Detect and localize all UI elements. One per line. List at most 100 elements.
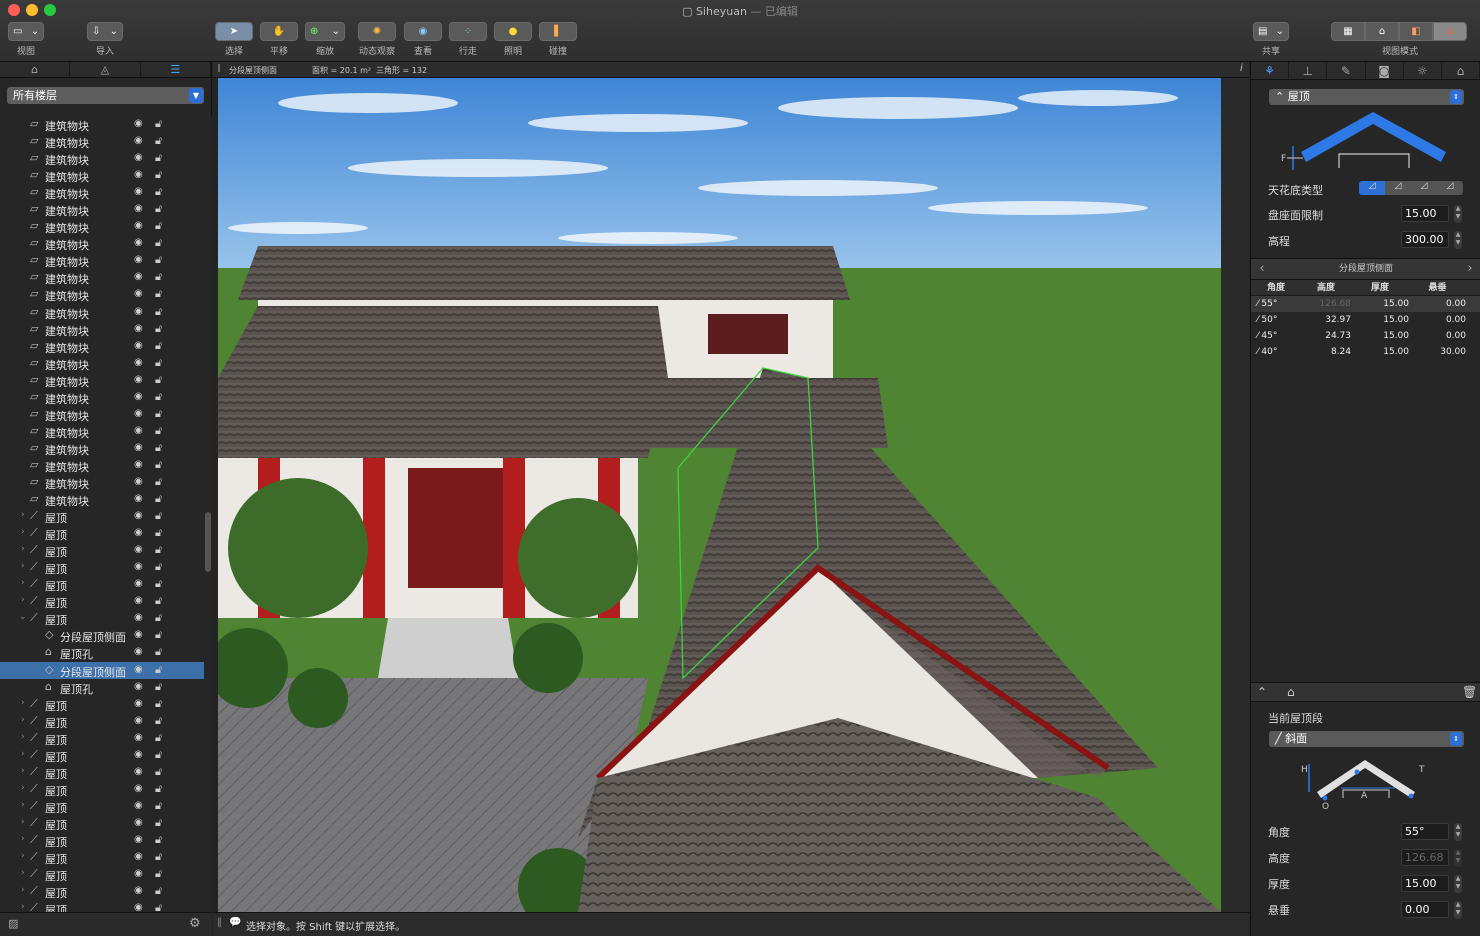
tree-row[interactable]: ▱ 建筑物块 ◉ 🔓︎ [0, 457, 204, 474]
unlock-icon[interactable]: 🔓︎ [155, 424, 162, 438]
ceiling-flat-button[interactable]: ◿ [1359, 181, 1385, 195]
eye-icon[interactable]: ◉ [134, 732, 143, 743]
tree-row[interactable]: ▱ 建筑物块 ◉ 🔓︎ [0, 286, 204, 303]
ruler-icon[interactable]: ◬ [70, 62, 141, 77]
tree-row[interactable]: ▱ 建筑物块 ◉ 🔓︎ [0, 372, 204, 389]
chevron-right-icon[interactable]: › [21, 834, 25, 844]
unlock-icon[interactable]: 🔓︎ [155, 356, 162, 370]
eye-icon[interactable]: ◉ [134, 391, 143, 402]
eye-icon[interactable]: ◉ [134, 203, 143, 214]
unlock-icon[interactable]: 🔓︎ [155, 117, 162, 131]
unlock-icon[interactable]: 🔓︎ [155, 901, 162, 912]
segment-row[interactable]: ⁄ 45° 24.73 15.00 0.00 [1251, 328, 1480, 344]
eye-icon[interactable]: ◉ [134, 817, 143, 828]
unlock-icon[interactable]: 🔓︎ [155, 560, 162, 574]
view-mode-3d-button[interactable]: ⌂ [1365, 22, 1399, 41]
tree-row[interactable]: › ⟋ 屋顶 ◉ 🔓︎ [0, 696, 204, 713]
unlock-icon[interactable]: 🔓︎ [155, 697, 162, 711]
camera-icon[interactable]: ◙ [1366, 62, 1404, 79]
eye-icon[interactable]: ◉ [134, 237, 143, 248]
tree-row[interactable]: ▱ 建筑物块 ◉ 🔓︎ [0, 304, 204, 321]
tree-row[interactable]: ▱ 建筑物块 ◉ 🔓︎ [0, 423, 204, 440]
tree-row[interactable]: › ⟋ 屋顶 ◉ 🔓︎ [0, 747, 204, 764]
lighting-tool-button[interactable]: ● 照明 [494, 22, 532, 57]
eye-icon[interactable]: ◉ [134, 425, 143, 436]
structure-icon[interactable]: ⊥ [1289, 62, 1328, 79]
tree-row[interactable]: ▱ 建筑物块 ◉ 🔓︎ [0, 406, 204, 423]
unlock-icon[interactable]: 🔓︎ [155, 782, 162, 796]
eye-icon[interactable]: ◉ [134, 681, 143, 692]
info-icon[interactable]: i [1240, 63, 1243, 74]
unlock-icon[interactable]: 🔓︎ [155, 441, 162, 455]
unlock-icon[interactable]: 🔓︎ [155, 680, 162, 694]
object-type-select[interactable]: ⌃ 屋顶 ⇕ [1269, 89, 1464, 105]
segment-row[interactable]: ⁄ 40° 8.24 15.00 30.00 [1251, 344, 1480, 360]
sun-icon[interactable]: ☼ [1404, 62, 1442, 79]
eye-icon[interactable]: ◉ [134, 152, 143, 163]
unlock-icon[interactable]: 🔓︎ [155, 475, 162, 489]
eye-icon[interactable]: ◉ [134, 800, 143, 811]
eye-icon[interactable]: ◉ [134, 476, 143, 487]
unlock-icon[interactable]: 🔓︎ [155, 850, 162, 864]
tree-row[interactable]: › ⟋ 屋顶 ◉ 🔓︎ [0, 525, 204, 542]
building-icon[interactable]: ⌂ [1442, 62, 1480, 79]
eye-icon[interactable]: ◉ [134, 578, 143, 589]
unlock-icon[interactable]: 🔓︎ [155, 339, 162, 353]
eye-icon[interactable]: ◉ [134, 885, 143, 896]
floor-select[interactable]: 所有楼层 ▼ [7, 87, 204, 104]
unlock-icon[interactable]: 🔓︎ [155, 219, 162, 233]
eye-icon[interactable]: ◉ [134, 169, 143, 180]
tree-row[interactable]: › ⟋ 屋顶 ◉ 🔓︎ [0, 764, 204, 781]
unlock-icon[interactable]: 🔓︎ [155, 884, 162, 898]
chevron-right-icon[interactable]: › [21, 851, 25, 861]
tree-row[interactable]: ▱ 建筑物块 ◉ 🔓︎ [0, 167, 204, 184]
chevron-right-icon[interactable]: › [21, 885, 25, 895]
tree-row[interactable]: ▱ 建筑物块 ◉ 🔓︎ [0, 355, 204, 372]
unlock-icon[interactable]: 🔓︎ [155, 799, 162, 813]
eye-icon[interactable]: ◉ [134, 374, 143, 385]
tree-row[interactable]: › ⟋ 屋顶 ◉ 🔓︎ [0, 713, 204, 730]
view-mode-elevation-button[interactable]: ⌂ [1433, 22, 1467, 41]
unlock-icon[interactable]: 🔓︎ [155, 577, 162, 591]
chevron-right-icon[interactable]: › [21, 578, 25, 588]
walk-tool-button[interactable]: ⁘ 行走 [449, 22, 487, 57]
unlock-icon[interactable]: 🔓︎ [155, 526, 162, 540]
tree-row[interactable]: ⌄ ⟋ 屋顶 ◉ 🔓︎ [0, 610, 204, 627]
unlock-icon[interactable]: 🔓︎ [155, 134, 162, 148]
overhang-field[interactable]: 0.00 [1401, 901, 1449, 918]
tree-row[interactable]: › ⟋ 屋顶 ◉ 🔓︎ [0, 576, 204, 593]
list-icon[interactable]: ☰ [141, 62, 211, 77]
image-icon[interactable]: ▨ [8, 917, 18, 930]
eye-icon[interactable]: ◉ [134, 902, 143, 912]
tree-row[interactable]: › ⟋ 屋顶 ◉ 🔓︎ [0, 900, 204, 912]
unlock-icon[interactable]: 🔓︎ [155, 509, 162, 523]
unlock-icon[interactable]: 🔓︎ [155, 611, 162, 625]
unlock-icon[interactable]: 🔓︎ [155, 151, 162, 165]
unlock-icon[interactable]: 🔓︎ [155, 833, 162, 847]
eye-icon[interactable]: ◉ [134, 646, 143, 657]
segment-type-select[interactable]: ╱ 斜面 ⇕ [1269, 731, 1464, 747]
tree-row[interactable]: ▱ 建筑物块 ◉ 🔓︎ [0, 150, 204, 167]
sidebar-toggle-icon[interactable]: ‖ [217, 63, 221, 72]
eye-icon[interactable]: ◉ [134, 766, 143, 777]
tree-row[interactable]: › ⟋ 屋顶 ◉ 🔓︎ [0, 866, 204, 883]
unlock-icon[interactable]: 🔓︎ [155, 373, 162, 387]
share-toolbar-item[interactable]: ▤ ⌄ 共享 [1252, 22, 1290, 57]
tree-row[interactable]: › ⟋ 屋顶 ◉ 🔓︎ [0, 593, 204, 610]
zoom-tool-button[interactable]: ⊕ ⌄ 缩放 [305, 22, 345, 57]
elevation-stepper[interactable]: ▲ ▼ [1454, 231, 1462, 249]
eye-icon[interactable]: ◉ [134, 306, 143, 317]
eye-icon[interactable]: ◉ [134, 544, 143, 555]
eye-icon[interactable]: ◉ [134, 715, 143, 726]
eye-icon[interactable]: ◉ [134, 288, 143, 299]
overhang-stepper[interactable]: ▲ ▼ [1454, 901, 1462, 919]
building-icon[interactable]: ⌂ [0, 62, 71, 77]
view-toolbar-item[interactable]: ▭ ⌄ 视图 [7, 22, 45, 57]
eye-icon[interactable]: ◉ [134, 220, 143, 231]
view-mode-2d-button[interactable]: ▦ [1331, 22, 1365, 41]
unlock-icon[interactable]: 🔓︎ [155, 765, 162, 779]
unlock-icon[interactable]: 🔓︎ [155, 628, 162, 642]
chevron-right-icon[interactable]: › [21, 817, 25, 827]
unlock-icon[interactable]: 🔓︎ [155, 236, 162, 250]
chevron-right-icon[interactable]: › [21, 698, 25, 708]
